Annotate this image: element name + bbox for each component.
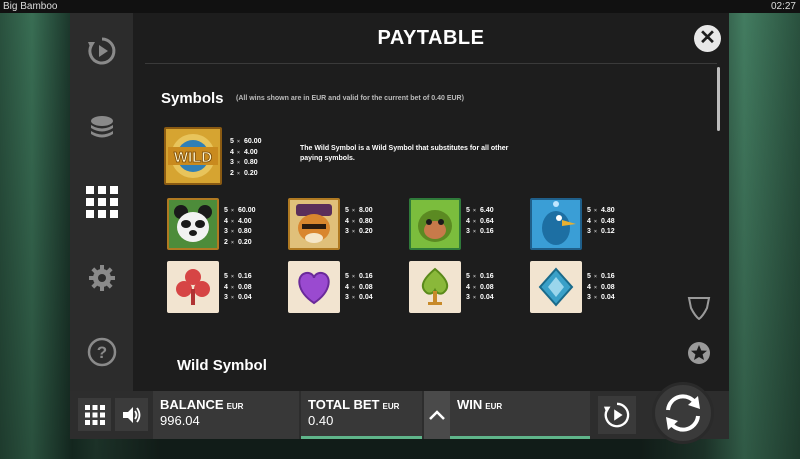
- panda-pays: 5 × 60.00 4 × 4.00 3 × 0.80 2 × 0.20: [224, 207, 256, 246]
- sound-button[interactable]: [115, 398, 148, 431]
- coins-icon: [90, 116, 113, 138]
- bet-label: TOTAL BET: [308, 397, 380, 412]
- balance-value: 996.04: [160, 413, 200, 428]
- menu-sidebar: ?: [70, 13, 133, 391]
- wild-description: The Wild Symbol is a Wild Symbol that su…: [300, 145, 509, 162]
- window-title: Big Bamboo: [3, 1, 58, 12]
- menu-button[interactable]: [78, 398, 111, 431]
- gear-icon: [88, 265, 115, 291]
- monkey-pays: 5 × 6.40 4 × 0.64 3 × 0.16: [466, 207, 494, 235]
- balance-display: BALANCE EUR 996.04: [153, 391, 299, 439]
- wild-symbol-label: WILD: [174, 149, 212, 166]
- autoplay-icon: [87, 37, 115, 65]
- total-bet-display[interactable]: TOTAL BET EUR 0.40: [301, 391, 422, 439]
- diamond-pays: 5 × 0.16 4 × 0.08 3 × 0.04: [587, 273, 615, 301]
- bet-menu-button[interactable]: [70, 107, 133, 147]
- wild-symbol-icon: WILD: [164, 127, 222, 185]
- speaker-icon: [122, 406, 140, 423]
- title-bar: Big Bamboo 02:27: [0, 0, 800, 13]
- balance-unit: EUR: [226, 402, 244, 411]
- spade-pays: 5 × 0.16 4 × 0.08 3 × 0.04: [466, 273, 494, 301]
- wild-pays: 5 × 60.00 4 × 4.00 3 × 0.80 2 × 0.20: [230, 138, 262, 177]
- bet-increase-button[interactable]: [424, 391, 450, 439]
- spin-button[interactable]: [652, 382, 714, 444]
- tiger-pays: 5 × 8.00 4 × 0.80 3 × 0.20: [345, 207, 373, 235]
- heart-pays: 5 × 0.16 4 × 0.08 3 × 0.04: [345, 273, 373, 301]
- close-icon: ✕: [699, 27, 716, 49]
- grid-icon: [84, 404, 105, 425]
- symbols-note: (All wins shown are in EUR and valid for…: [236, 95, 464, 102]
- spade-symbol-icon: [409, 261, 461, 313]
- help-menu-button[interactable]: ?: [70, 332, 133, 372]
- win-underline: [450, 436, 590, 439]
- star-icon: [688, 342, 710, 364]
- club-pays: 5 × 0.16 4 × 0.08 3 × 0.04: [224, 273, 252, 301]
- win-label: WIN: [457, 397, 483, 412]
- diamond-symbol-icon: [530, 261, 582, 313]
- paytable-content[interactable]: Symbols (All wins shown are in EUR and v…: [133, 64, 713, 391]
- shield-down-icon: [687, 297, 711, 320]
- tiger-symbol-icon: [288, 198, 340, 250]
- panel-title: PAYTABLE: [377, 27, 485, 49]
- bird-pays: 5 × 4.80 4 × 0.48 3 × 0.12: [587, 207, 615, 235]
- monkey-symbol-icon: [409, 198, 461, 250]
- grid-icon: [85, 186, 118, 218]
- settings-menu-button[interactable]: [70, 258, 133, 298]
- scrollbar[interactable]: [717, 67, 720, 131]
- heart-symbol-icon: [288, 261, 340, 313]
- favorite-button[interactable]: [686, 340, 712, 366]
- club-symbol-icon: [167, 261, 219, 313]
- win-display: WIN EUR: [450, 391, 590, 439]
- bird-symbol-icon: [530, 198, 582, 250]
- help-icon: ?: [87, 337, 116, 367]
- close-button[interactable]: ✕: [694, 25, 721, 52]
- bet-underline: [301, 436, 422, 439]
- balance-label: BALANCE: [160, 397, 224, 412]
- win-unit: EUR: [485, 402, 503, 411]
- bet-value: 0.40: [308, 413, 334, 428]
- paytable-menu-button[interactable]: [70, 182, 133, 222]
- spin-icon: [666, 394, 700, 432]
- symbols-heading: Symbols: [161, 90, 224, 107]
- bottom-bar: BALANCE EUR 996.04 TOTAL BET EUR 0.40 WIN E…: [70, 382, 729, 444]
- autoplay-button[interactable]: [598, 396, 636, 434]
- chevron-up-icon: [429, 410, 445, 420]
- clock: 02:27: [770, 1, 796, 12]
- scroll-down-button[interactable]: [686, 295, 712, 321]
- paytable-panel: PAYTABLE ✕ Symbols (All wins shown are i…: [133, 13, 729, 391]
- bet-unit: EUR: [382, 402, 400, 411]
- svg-text:?: ?: [96, 343, 106, 362]
- panda-symbol-icon: [167, 198, 219, 250]
- wild-section-heading: Wild Symbol: [177, 357, 267, 374]
- autoplay-icon: [603, 402, 630, 428]
- autoplay-menu-button[interactable]: [70, 31, 133, 71]
